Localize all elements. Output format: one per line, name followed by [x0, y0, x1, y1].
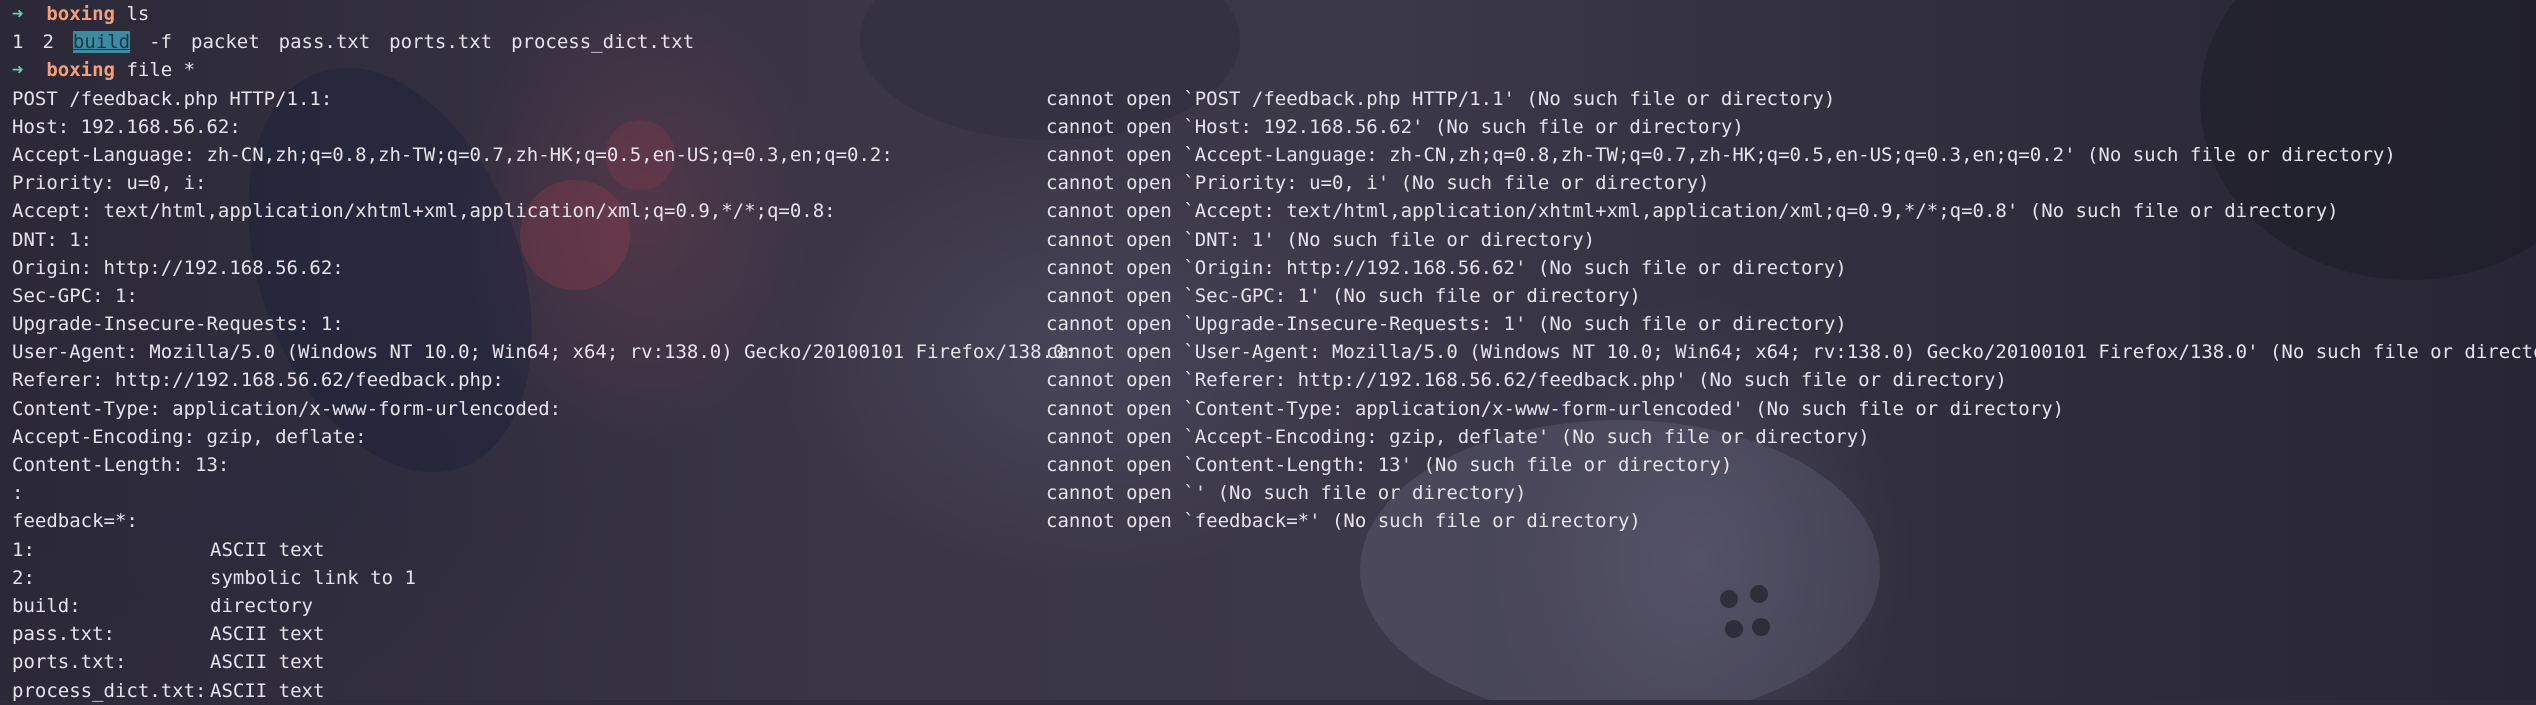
prompt-directory: boxing	[46, 59, 115, 82]
file-error-line: Host: 192.168.56.62: cannot open `Host: 1…	[12, 113, 2536, 141]
file-error-line: Priority: u=0, i: cannot open `Priority: …	[12, 169, 2536, 197]
file-error-name: Accept: text/html,application/xhtml+xml,…	[12, 200, 836, 223]
file-error-line: Accept: text/html,application/xhtml+xml,…	[12, 197, 2536, 225]
file-type-line: 2: symbolic link to 1	[12, 564, 2536, 592]
ls-output-line: 1 2 build -f packet pass.txt ports.txt process_…	[12, 28, 2536, 56]
file-type-line: ports.txt: ASCII text	[12, 648, 2536, 676]
file-error-message: cannot open `Origin: http://192.168.56.6…	[1046, 256, 1847, 279]
file-type-line: 1: ASCII text	[12, 536, 2536, 564]
file-type-name: 2:	[12, 566, 35, 589]
prompt-line: ➜ boxing file *	[12, 56, 2536, 84]
file-error-name: Priority: u=0, i:	[12, 172, 207, 195]
file-error-name: Origin: http://192.168.56.62:	[12, 256, 344, 279]
file-error-name: :	[12, 482, 24, 505]
file-error-name: Accept-Language: zh-CN,zh;q=0.8,zh-TW;q=…	[12, 143, 893, 166]
file-error-name: Content-Type: application/x-www-form-url…	[12, 397, 562, 420]
command-text: file *	[126, 59, 196, 82]
prompt-directory: boxing	[46, 3, 115, 25]
file-type-name: pass.txt:	[12, 623, 115, 646]
file-error-message: cannot open `Upgrade-Insecure-Requests: …	[1046, 313, 1847, 336]
file-error-name: POST /feedback.php HTTP/1.1:	[12, 87, 333, 110]
file-error-name: DNT: 1:	[12, 228, 93, 251]
file-error-line: feedback=*: cannot open `feedback=*' (No …	[12, 507, 2536, 535]
file-error-message: cannot open `Accept: text/html,applicati…	[1046, 200, 2339, 223]
command-text: ls	[126, 3, 150, 25]
file-type-value: ASCII text	[210, 679, 325, 702]
file-error-line: Content-Length: 13: cannot open `Content-…	[12, 451, 2536, 479]
ls-entry: 2	[42, 31, 54, 54]
file-error-name: Referer: http://192.168.56.62/feedback.p…	[12, 369, 504, 392]
file-error-line: Upgrade-Insecure-Requests: 1: cannot open…	[12, 310, 2536, 338]
file-error-message: cannot open `Accept-Encoding: gzip, defl…	[1046, 425, 1870, 448]
file-error-message: cannot open `POST /feedback.php HTTP/1.1…	[1046, 87, 1836, 110]
ls-entry: pass.txt	[278, 31, 371, 54]
ls-entry: packet	[191, 31, 260, 54]
ls-entry: 1	[12, 31, 24, 54]
terminal-output[interactable]: ➜ boxing ls 1 2 build -f packet pass.txt ports…	[0, 0, 2536, 702]
ls-entry: -f	[149, 31, 172, 54]
file-type-value: symbolic link to 1	[210, 566, 416, 589]
file-error-line: Sec-GPC: 1: cannot open `Sec-GPC: 1' (No …	[12, 282, 2536, 310]
file-error-message: cannot open `Host: 192.168.56.62' (No su…	[1046, 115, 1744, 138]
file-error-line: Origin: http://192.168.56.62: cannot open…	[12, 254, 2536, 282]
file-error-message: cannot open `Referer: http://192.168.56.…	[1046, 369, 2007, 392]
file-type-name: ports.txt:	[12, 651, 127, 674]
file-type-line: build: directory	[12, 592, 2536, 620]
file-error-message: cannot open `Sec-GPC: 1' (No such file o…	[1046, 284, 1641, 307]
file-type-line: pass.txt: ASCII text	[12, 620, 2536, 648]
file-error-line: Referer: http://192.168.56.62/feedback.p…	[12, 366, 2536, 394]
file-error-line: POST /feedback.php HTTP/1.1: cannot open …	[12, 85, 2536, 113]
prompt-line: ➜ boxing ls	[12, 0, 2536, 28]
file-error-name: feedback=*:	[12, 510, 138, 533]
file-error-line: Accept-Encoding: gzip, deflate: cannot op…	[12, 423, 2536, 451]
file-error-name: Upgrade-Insecure-Requests: 1:	[12, 313, 344, 336]
file-error-message: cannot open `Content-Length: 13' (No suc…	[1046, 454, 1733, 476]
file-type-name: process_dict.txt:	[12, 679, 207, 702]
prompt-arrow-icon: ➜	[12, 3, 24, 25]
file-error-name: Sec-GPC: 1:	[12, 284, 138, 307]
file-type-value: directory	[210, 594, 313, 617]
file-error-message: cannot open `User-Agent: Mozilla/5.0 (Wi…	[1046, 341, 2536, 364]
file-error-line: Accept-Language: zh-CN,zh;q=0.8,zh-TW;q=…	[12, 141, 2536, 169]
file-type-value: ASCII text	[210, 623, 325, 646]
file-error-message: cannot open `Priority: u=0, i' (No such …	[1046, 172, 1710, 195]
file-error-message: cannot open `Content-Type: application/x…	[1046, 397, 2065, 420]
file-type-value: ASCII text	[210, 538, 325, 561]
file-error-line: Content-Type: application/x-www-form-url…	[12, 395, 2536, 423]
file-error-line: User-Agent: Mozilla/5.0 (Windows NT 10.0…	[12, 338, 2536, 366]
file-error-message: cannot open `DNT: 1' (No such file or di…	[1046, 228, 1596, 251]
file-type-name: build:	[12, 594, 81, 617]
file-error-message: cannot open `Accept-Language: zh-CN,zh;q…	[1046, 143, 2396, 166]
prompt-arrow-icon: ➜	[12, 59, 24, 82]
file-error-name: Content-Length: 13:	[12, 454, 230, 476]
file-type-name: 1:	[12, 538, 35, 561]
file-type-line: process_dict.txt: ASCII text	[12, 677, 2536, 705]
file-error-name: Accept-Encoding: gzip, deflate:	[12, 425, 367, 448]
file-error-message: cannot open `feedback=*' (No such file o…	[1046, 510, 1641, 533]
ls-entry: ports.txt	[389, 31, 493, 54]
file-error-line: DNT: 1: cannot open `DNT: 1' (No such fil…	[12, 226, 2536, 254]
ls-entry: process_dict.txt	[511, 31, 695, 54]
file-error-name: Host: 192.168.56.62:	[12, 115, 241, 138]
file-type-value: ASCII text	[210, 651, 325, 674]
file-type-output: 1: ASCII text 2: symbolic link to 1 build: di…	[12, 536, 2536, 705]
file-error-line: : cannot open `' (No such file or directo…	[12, 479, 2536, 507]
file-error-name: User-Agent: Mozilla/5.0 (Windows NT 10.0…	[12, 341, 1076, 364]
file-error-output: POST /feedback.php HTTP/1.1: cannot open …	[12, 85, 2536, 536]
file-error-message: cannot open `' (No such file or director…	[1046, 482, 1527, 505]
ls-entry: build	[72, 31, 131, 54]
